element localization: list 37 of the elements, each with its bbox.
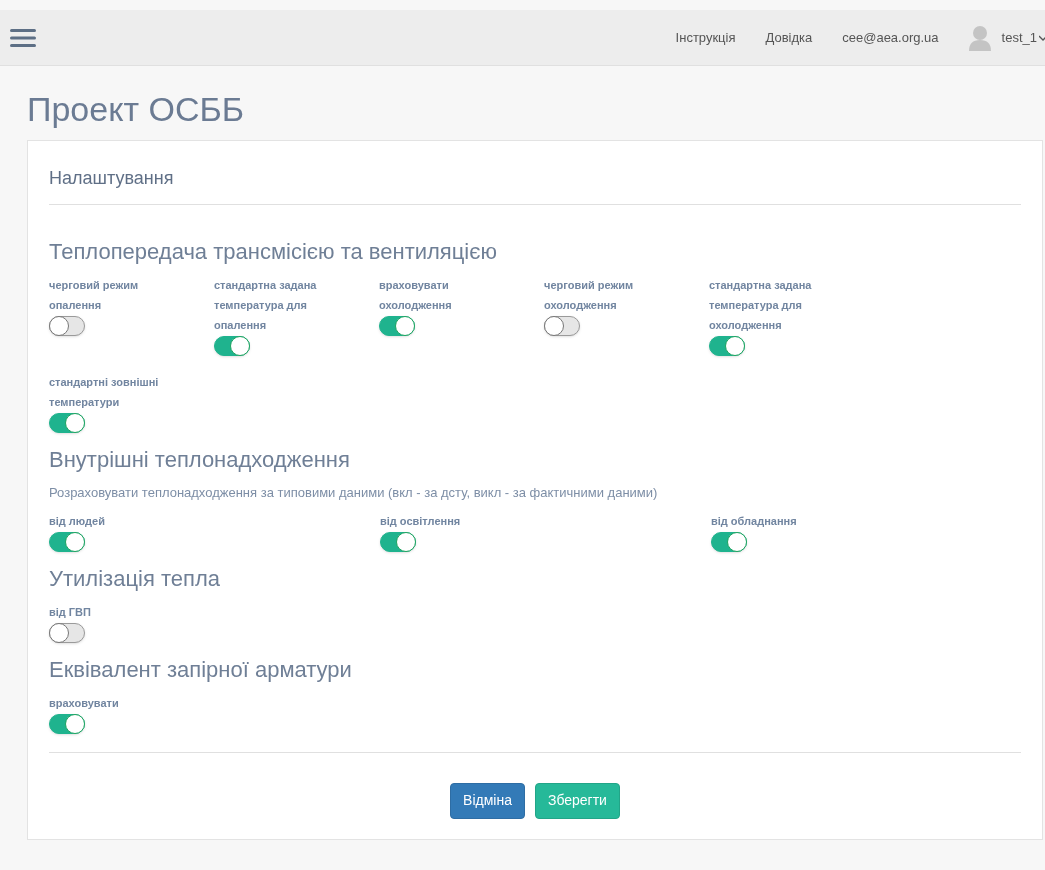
menu-icon[interactable] [10,27,36,48]
toggle-label: враховувати охолодження [379,278,453,313]
toggle-switch[interactable] [379,316,415,336]
toggle-label: від ГВП [49,604,92,620]
section-title: Еквівалент запірної арматури [49,655,352,684]
toggle-switch[interactable] [49,413,85,433]
card-title: Налаштування [49,167,174,190]
form-button[interactable]: Відміна [450,782,525,819]
nav-link[interactable]: Довідка [765,27,813,48]
section-description: Розраховувати теплонадходження за типовими даними (вкл - за дсту, викл - за фактичними даними) [49,484,658,502]
toggle-switch[interactable] [544,316,580,336]
toggle-label: стандартна задана температура для опалення [214,278,318,333]
section-title: Внутрішні теплонадходження [49,446,350,474]
page-title: Проект ОСББ [27,89,245,130]
toggle-label: від освітлення [380,513,462,529]
toggle-label: від обладнання [711,513,798,529]
nav-link[interactable]: cee@aea.org.ua [842,27,939,48]
toggle-label: черговий режим охолодження [544,278,635,313]
toggle-switch[interactable] [49,531,85,552]
chevron-down-icon[interactable] [1039,33,1045,42]
toggle-switch[interactable] [711,531,747,552]
toggle-switch[interactable] [49,316,85,336]
toggle-label: черговий режим опалення [49,278,140,313]
user-menu[interactable]: test_1 [1001,27,1037,48]
toggle-switch[interactable] [49,622,85,643]
toggle-label: від людей [49,513,106,529]
section-title: Теплопередача трансмісією та вентиляцією [49,238,497,266]
toggle-switch[interactable] [214,336,250,356]
toggle-label: стандартна задана температура для охолодження [709,278,813,333]
toggle-switch[interactable] [49,713,85,734]
nav-link[interactable]: Інструкція [675,27,736,48]
user-avatar-icon [968,24,991,51]
toggle-label: враховувати [49,695,120,711]
toggle-switch[interactable] [709,336,745,356]
toggle-switch[interactable] [380,531,416,552]
toggle-label: стандартні зовнішні температури [49,375,160,410]
section-title: Утилізація тепла [49,564,220,593]
